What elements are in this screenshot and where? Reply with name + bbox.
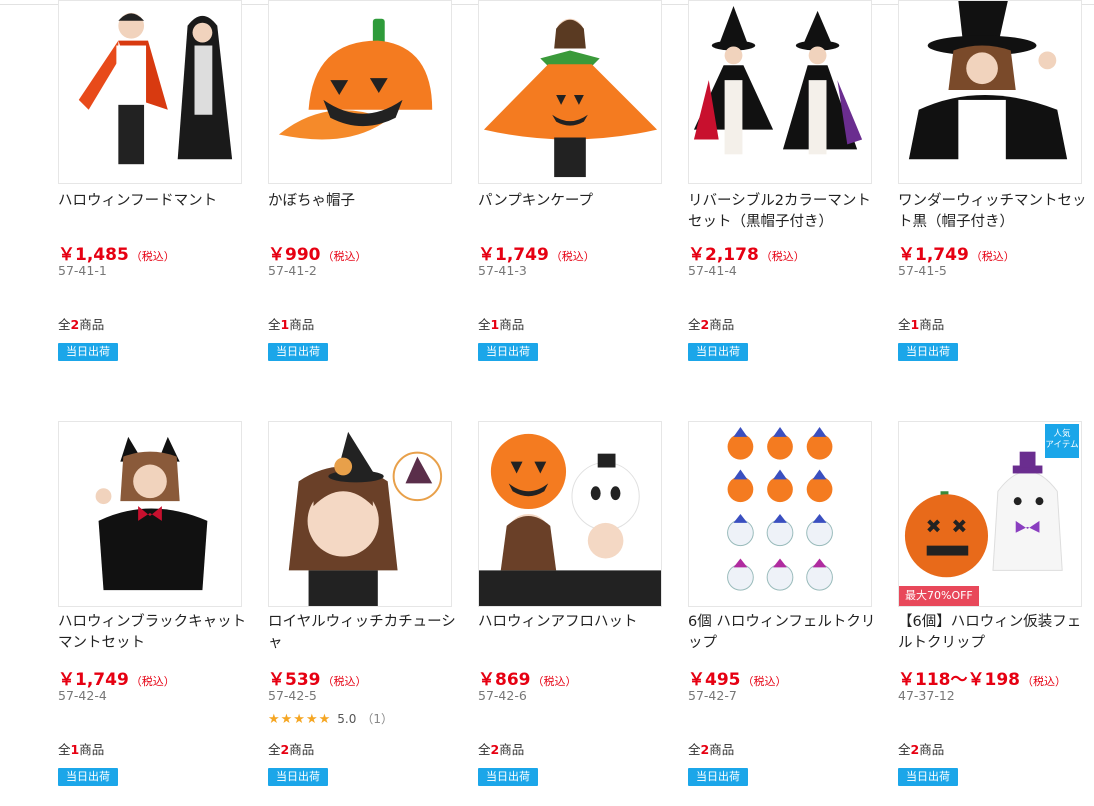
product-image[interactable] <box>688 0 872 184</box>
product-code: 57-42-5 <box>268 688 317 703</box>
product-image[interactable] <box>268 0 452 184</box>
product-price: ￥1,749 （税込） <box>58 670 175 690</box>
star-rating-icon: ★★★★★ <box>268 712 332 727</box>
product-rating[interactable]: ★★★★★ 5.0 （1） <box>268 710 393 727</box>
same-day-shipping-badge: 当日出荷 <box>688 343 748 361</box>
same-day-shipping-badge: 当日出荷 <box>478 343 538 361</box>
sale-tag: 最大70%OFF <box>899 586 979 606</box>
variant-count: 全1商品 <box>268 317 315 332</box>
product-name[interactable]: ハロウィンアフロハット <box>478 612 668 633</box>
same-day-shipping-badge: 当日出荷 <box>898 343 958 361</box>
same-day-shipping-badge: 当日出荷 <box>58 768 118 786</box>
product-name[interactable]: ハロウィンフードマント <box>58 191 248 212</box>
same-day-shipping-badge: 当日出荷 <box>268 343 328 361</box>
product-code: 57-42-6 <box>478 688 527 703</box>
product-name[interactable]: 【6個】ハロウィン仮装フェルトクリップ <box>898 612 1088 654</box>
product-price: ￥495 （税込） <box>688 670 787 690</box>
product-price: ￥1,749 （税込） <box>898 245 1015 265</box>
same-day-shipping-badge: 当日出荷 <box>268 768 328 786</box>
product-image[interactable] <box>268 421 452 607</box>
product-image[interactable] <box>688 421 872 607</box>
product-price: ￥869 （税込） <box>478 670 577 690</box>
product-image[interactable] <box>58 421 242 607</box>
product-code: 57-42-7 <box>688 688 737 703</box>
variant-count: 全1商品 <box>478 317 525 332</box>
product-code: 57-41-3 <box>478 263 527 278</box>
product-code: 57-41-4 <box>688 263 737 278</box>
variant-count: 全2商品 <box>688 317 735 332</box>
same-day-shipping-badge: 当日出荷 <box>898 768 958 786</box>
same-day-shipping-badge: 当日出荷 <box>58 343 118 361</box>
same-day-shipping-badge: 当日出荷 <box>478 768 538 786</box>
rating-score: 5.0 <box>337 712 357 726</box>
variant-count: 全2商品 <box>478 742 525 757</box>
product-code: 57-41-5 <box>898 263 947 278</box>
product-price: ￥539 （税込） <box>268 670 367 690</box>
product-price: ￥118～￥198 （税込） <box>898 670 1066 690</box>
product-name[interactable]: 6個 ハロウィンフェルトクリップ <box>688 612 878 654</box>
variant-count: 全2商品 <box>58 317 105 332</box>
product-code: 57-41-1 <box>58 263 107 278</box>
product-price: ￥1,485 （税込） <box>58 245 175 265</box>
variant-count: 全2商品 <box>898 742 945 757</box>
product-name[interactable]: ハロウィンブラックキャットマントセット <box>58 612 248 654</box>
variant-count: 全2商品 <box>688 742 735 757</box>
product-price: ￥2,178 （税込） <box>688 245 805 265</box>
product-code: 57-42-4 <box>58 688 107 703</box>
product-image[interactable] <box>58 0 242 184</box>
product-name[interactable]: かぼちゃ帽子 <box>268 191 458 212</box>
product-image[interactable] <box>898 0 1082 184</box>
product-image[interactable] <box>478 421 662 607</box>
product-image[interactable]: 人気 アイテム 最大70%OFF <box>898 421 1082 607</box>
product-name[interactable]: ロイヤルウィッチカチューシャ <box>268 612 458 654</box>
product-name[interactable]: パンプキンケープ <box>478 191 668 212</box>
product-code: 47-37-12 <box>898 688 955 703</box>
variant-count: 全1商品 <box>898 317 945 332</box>
product-price: ￥990 （税込） <box>268 245 367 265</box>
product-name[interactable]: ワンダーウィッチマントセット黒（帽子付き） <box>898 191 1088 233</box>
popular-item-tag: 人気 アイテム <box>1045 424 1079 458</box>
same-day-shipping-badge: 当日出荷 <box>688 768 748 786</box>
product-code: 57-41-2 <box>268 263 317 278</box>
variant-count: 全2商品 <box>268 742 315 757</box>
product-name[interactable]: リバーシブル2カラーマントセット（黒帽子付き） <box>688 191 878 233</box>
product-price: ￥1,749 （税込） <box>478 245 595 265</box>
review-count[interactable]: （1） <box>361 712 393 726</box>
product-image[interactable] <box>478 0 662 184</box>
variant-count: 全1商品 <box>58 742 105 757</box>
